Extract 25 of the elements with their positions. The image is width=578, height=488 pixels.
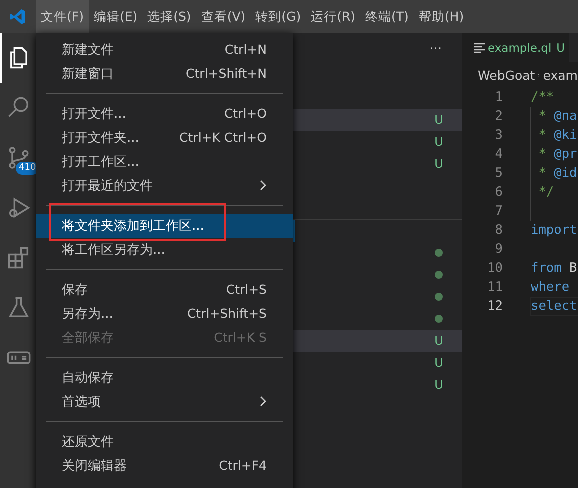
status-letter: U [434, 356, 444, 370]
line-number: 3 [494, 128, 503, 143]
line-number: 2 [494, 109, 503, 124]
line-number: 8 [494, 223, 503, 238]
status-letter: U [434, 334, 444, 348]
status-letter: U [434, 113, 444, 127]
line-number: 10 [486, 261, 503, 276]
line-number: 7 [494, 204, 503, 219]
line-number: 4 [494, 147, 503, 162]
line-number: 6 [494, 185, 503, 200]
code-line: where [530, 279, 571, 297]
line-number: 5 [494, 166, 503, 181]
line-number: 9 [494, 242, 503, 257]
code-line: * @pr [538, 146, 578, 164]
code-line: * @ki [538, 127, 578, 145]
line-number: 12 [486, 299, 503, 314]
code-line: from B [530, 260, 578, 278]
code-line: /** [530, 89, 556, 107]
code-line: import [530, 222, 578, 240]
code-line: * @id [538, 165, 578, 183]
code-line: select [530, 297, 578, 316]
line-number: 11 [486, 280, 503, 295]
line-number: 1 [494, 90, 503, 105]
code-line: * @na [538, 108, 578, 126]
code-line: */ [538, 184, 556, 202]
